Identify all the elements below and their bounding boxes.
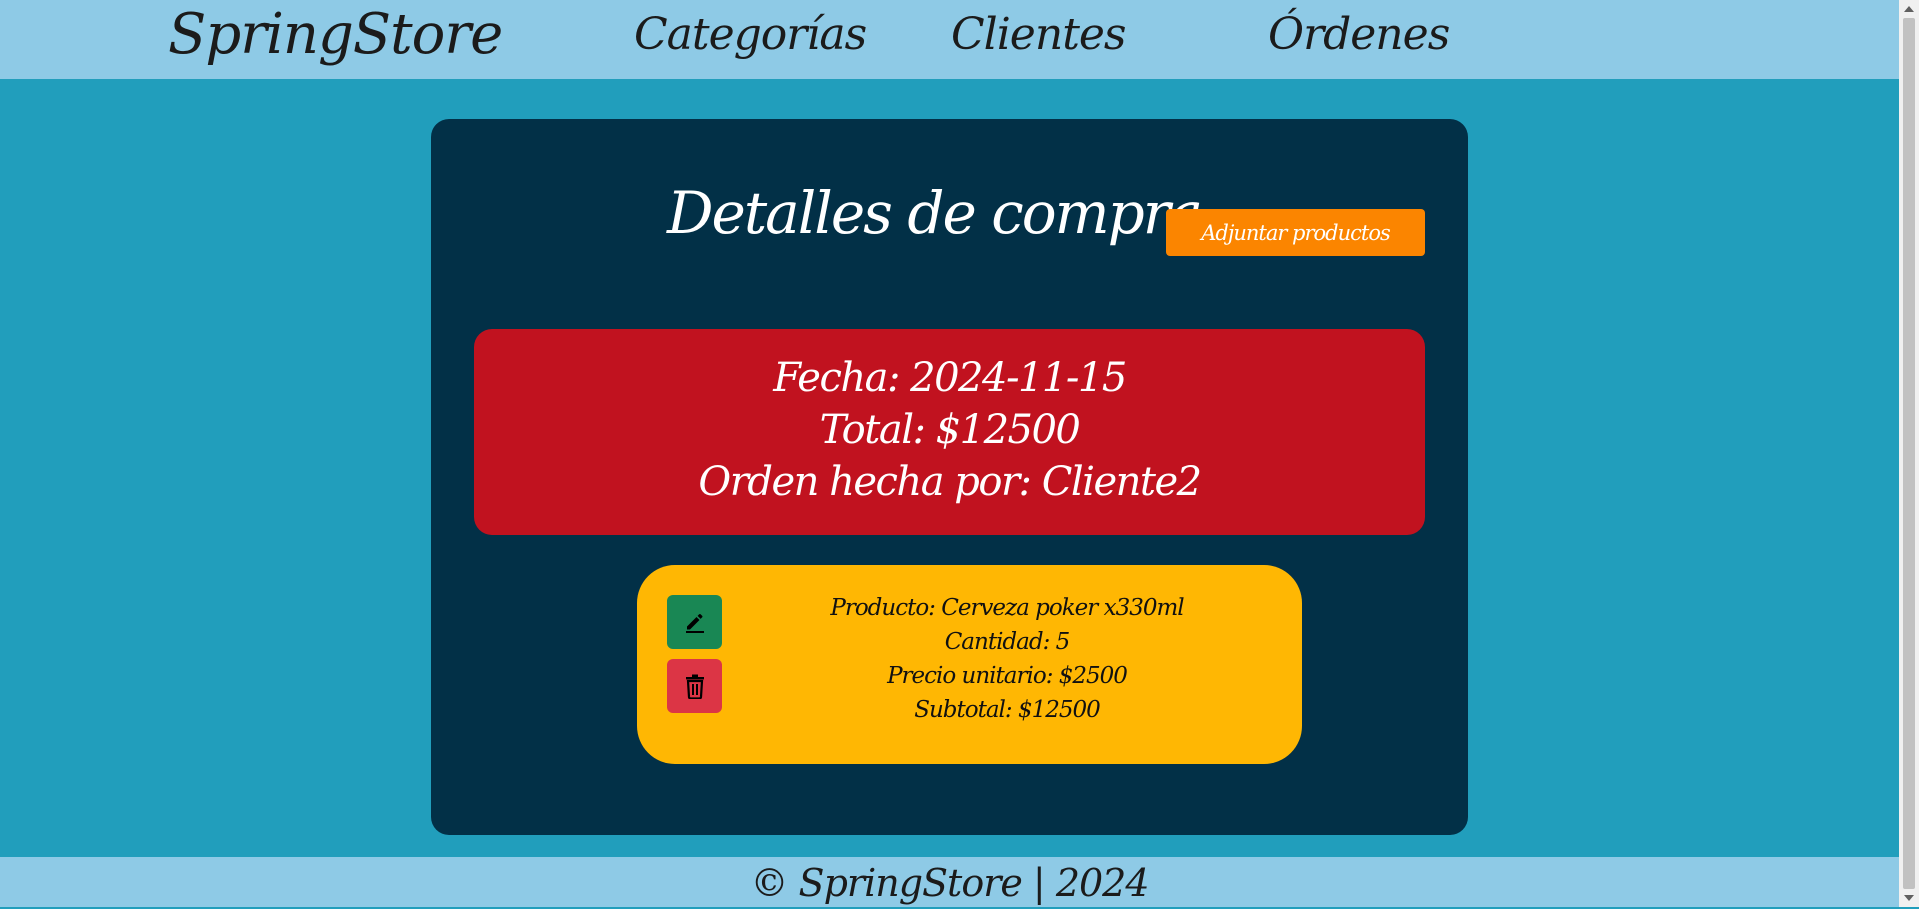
product-quantity: Cantidad: 5: [944, 629, 1071, 655]
product-info: Producto: Cerveza poker x330ml Cantidad:…: [737, 591, 1277, 727]
order-customer: Orden hecha por: Cliente2: [698, 459, 1202, 505]
product-subtotal: Subtotal: $12500: [914, 697, 1101, 723]
product-item-card: Producto: Cerveza poker x330ml Cantidad:…: [637, 565, 1302, 764]
footer: © SpringStore | 2024: [0, 857, 1899, 907]
footer-copyright: © SpringStore | 2024: [750, 861, 1149, 905]
product-name: Producto: Cerveza poker x330ml: [830, 595, 1184, 621]
navbar: SpringStore Categorías Clientes Órdenes: [0, 0, 1899, 79]
page-title: Detalles de compra: [667, 179, 1203, 247]
product-unit-price: Precio unitario: $2500: [887, 663, 1128, 689]
scroll-down-arrow-icon[interactable]: [1904, 895, 1914, 901]
nav-link-clientes[interactable]: Clientes: [951, 0, 1126, 70]
order-details-card: Detalles de compra Adjuntar productos Fe…: [431, 119, 1468, 835]
trash-icon: [685, 674, 704, 699]
order-date: Fecha: 2024-11-15: [773, 355, 1127, 401]
attach-products-button[interactable]: Adjuntar productos: [1166, 209, 1425, 256]
delete-product-button[interactable]: [667, 659, 722, 713]
vertical-scrollbar[interactable]: [1899, 0, 1919, 907]
brand-logo-link[interactable]: SpringStore: [168, 0, 503, 70]
edit-product-button[interactable]: [667, 595, 722, 649]
nav-link-ordenes[interactable]: Órdenes: [1268, 0, 1450, 70]
scroll-thumb[interactable]: [1903, 18, 1915, 889]
nav-link-categorias[interactable]: Categorías: [634, 0, 867, 70]
scroll-up-arrow-icon[interactable]: [1904, 6, 1914, 12]
pencil-icon: [685, 614, 704, 633]
order-total: Total: $12500: [819, 407, 1081, 453]
order-summary-box: Fecha: 2024-11-15 Total: $12500 Orden he…: [474, 329, 1425, 535]
